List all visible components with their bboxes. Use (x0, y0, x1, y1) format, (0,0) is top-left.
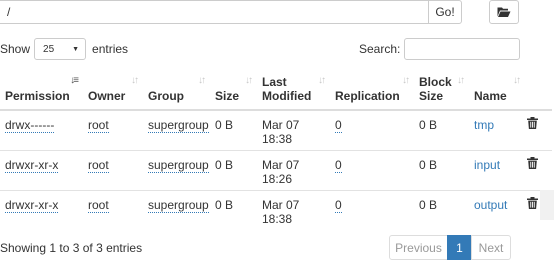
size-value: 0 B (210, 149, 257, 190)
file-table: Permission ↓≡ Owner ↓↑ Group ↓↑ Size ↓↑ Last… (0, 70, 552, 230)
column-header-last-modified[interactable]: Last Modified ↓↑ (257, 70, 330, 111)
size-value: 0 B (210, 109, 257, 150)
column-header-replication[interactable]: Replication ↓↑ (330, 70, 414, 111)
table-row: drwxr-xr-x root supergroup 0 B Mar 07 18:… (0, 189, 552, 230)
go-button[interactable]: Go! (428, 0, 462, 24)
page-length-value: 25 (43, 43, 55, 55)
search-input[interactable] (404, 38, 521, 60)
sort-icon: ↓↑ (318, 75, 326, 86)
page-length-select[interactable]: 25 ▼ (34, 38, 87, 60)
sort-asc-icon: ↓≡ (70, 75, 79, 86)
permission-value[interactable]: drwxr-xr-x (5, 158, 59, 173)
sort-icon: ↓↑ (131, 75, 139, 86)
sort-icon: ↓↑ (457, 75, 465, 86)
permission-value[interactable]: drwxr-xr-x (5, 198, 59, 213)
group-value[interactable]: supergroup (148, 198, 209, 213)
size-value: 0 B (210, 189, 257, 230)
previous-page-button[interactable]: Previous (389, 235, 448, 260)
block-size-value: 0 B (414, 149, 469, 190)
table-info: Showing 1 to 3 of 3 entries (0, 241, 143, 255)
sort-icon: ↓↑ (513, 75, 521, 86)
sort-icon: ↓↑ (402, 75, 410, 86)
file-name-link[interactable]: input (474, 158, 500, 172)
last-modified-value: Mar 07 18:26 (257, 149, 330, 190)
sort-icon: ↓↑ (198, 75, 206, 86)
pagination: Previous 1 Next (389, 235, 511, 260)
entries-label: entries (92, 42, 129, 56)
file-name-link[interactable]: tmp (474, 118, 494, 132)
replication-value[interactable]: 0 (335, 158, 342, 173)
group-value[interactable]: supergroup (148, 158, 209, 173)
owner-value[interactable]: root (88, 119, 109, 133)
browse-directory-button[interactable] (489, 0, 519, 24)
file-name-link[interactable]: output (474, 198, 507, 212)
scrollbar-track[interactable] (540, 190, 554, 220)
column-header-owner[interactable]: Owner ↓↑ (83, 70, 143, 111)
search-label: Search: (359, 42, 401, 56)
table-row: drwxr-xr-x root supergroup 0 B Mar 07 18:… (0, 149, 552, 190)
column-header-group[interactable]: Group ↓↑ (143, 70, 210, 111)
replication-value[interactable]: 0 (335, 198, 342, 213)
trash-icon[interactable] (527, 117, 538, 129)
header-row: Permission ↓≡ Owner ↓↑ Group ↓↑ Size ↓↑ Last… (0, 70, 552, 111)
permission-value[interactable]: drwx------ (5, 119, 55, 133)
current-page-button[interactable]: 1 (447, 235, 472, 260)
next-page-button[interactable]: Next (471, 235, 511, 260)
folder-open-icon (497, 7, 511, 17)
group-value[interactable]: supergroup (148, 119, 209, 133)
column-header-size[interactable]: Size ↓↑ (210, 70, 257, 111)
column-header-actions (525, 70, 552, 111)
owner-value[interactable]: root (88, 158, 109, 173)
replication-value[interactable]: 0 (335, 119, 342, 133)
path-input[interactable] (0, 0, 429, 24)
column-header-permission[interactable]: Permission ↓≡ (0, 70, 83, 111)
column-header-block-size[interactable]: Block Size ↓↑ (414, 70, 469, 111)
last-modified-value: Mar 07 18:38 (257, 109, 330, 150)
search-control: Search: (359, 38, 521, 60)
block-size-value: 0 B (414, 109, 469, 150)
column-header-name[interactable]: Name ↓↑ (469, 70, 525, 111)
owner-value[interactable]: root (88, 198, 109, 213)
trash-icon[interactable] (527, 156, 538, 169)
last-modified-value: Mar 07 18:38 (257, 189, 330, 230)
page-length-control: Show 25 ▼ entries (0, 38, 128, 60)
table-row: drwx------ root supergroup 0 B Mar 07 18:… (0, 109, 552, 150)
block-size-value: 0 B (414, 189, 469, 230)
trash-icon[interactable] (527, 196, 538, 209)
sort-icon: ↓↑ (245, 75, 253, 86)
chevron-down-icon: ▼ (72, 45, 80, 53)
show-label: Show (0, 42, 31, 56)
